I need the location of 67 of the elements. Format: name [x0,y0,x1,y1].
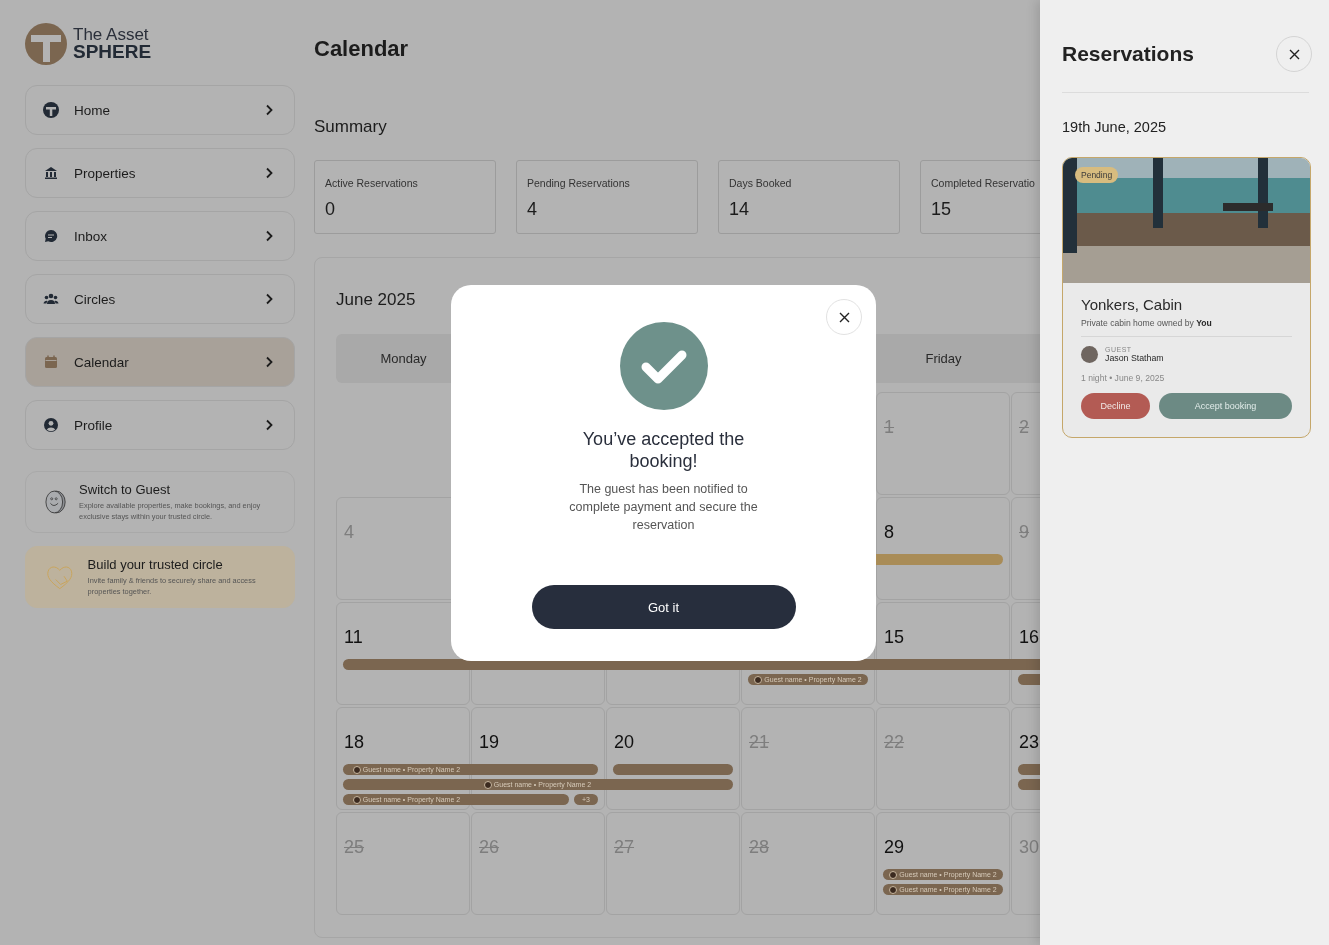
stat-label: Pending Reservations [527,177,630,189]
nav-item[interactable]: Home [25,85,295,135]
guest-avatar [1081,346,1098,363]
nav-item[interactable]: Profile [25,400,295,450]
nav-item[interactable]: Inbox [25,211,295,261]
chat-icon [43,228,59,244]
dialog-message: The guest has been notified to complete payment and secure the reservation [568,481,759,534]
brand-name: SPHERE [73,43,152,61]
panel-title: Reservations [1062,42,1194,66]
chevron-right-icon [264,104,274,116]
status-badge: Pending [1075,167,1119,183]
stay-details: 1 night • June 9, 2025 [1081,373,1165,383]
property-name: Yonkers, Cabin [1081,296,1183,313]
close-button[interactable] [1276,36,1312,72]
promo-title: Build your trusted circle [87,557,224,572]
nav-item[interactable]: Properties [25,148,295,198]
stat-label: Days Booked [729,177,792,189]
close-icon [1288,48,1300,60]
day-number: 20 [614,732,635,752]
building-icon [43,165,59,181]
nav-item[interactable]: Circles [25,274,295,324]
logo-icon [43,102,59,118]
accept-button[interactable]: Accept booking [1159,393,1292,419]
day-number: 16 [1019,627,1040,647]
guest-avatar [483,780,492,789]
day-number: 15 [884,627,905,647]
guest-name: Jason Statham [1105,353,1164,363]
brand-name: The Asset [73,27,150,43]
close-icon [838,311,850,323]
reservation-date: 19th June, 2025 [1062,119,1166,135]
stat-value: 15 [931,199,952,220]
stat-label: Active Reservations [325,177,418,189]
got-it-button[interactable]: Got it [531,585,796,629]
stat-value: 0 [325,199,335,220]
dialog-title: You’ve accepted the booking! [581,428,746,472]
day-number: 18 [344,732,365,752]
guest-avatar [754,675,763,684]
nav-item[interactable]: Calendar [25,337,295,387]
stat-value: 4 [527,199,537,220]
day-number: 23 [1019,732,1040,752]
chevron-right-icon [264,167,274,179]
people-icon [43,291,59,307]
section-title: Summary [314,117,387,137]
day-number: 11 [344,627,363,647]
guest-avatar [352,795,361,804]
promo-title: Switch to Guest [79,482,172,497]
chevron-right-icon [264,293,274,305]
stat-value: 14 [729,199,750,220]
success-check-icon [619,322,708,410]
chevron-right-icon [264,230,274,242]
day-number: 19 [479,732,500,752]
page-title: Calendar [314,36,409,62]
decline-button[interactable]: Decline [1081,393,1150,419]
day-number: 29 [884,837,905,857]
brand-logo-icon [25,23,67,65]
day-number: 8 [884,522,894,542]
close-button[interactable] [826,299,862,335]
month-title: June 2025 [336,290,416,310]
chevron-right-icon [264,356,274,368]
weekday-label: Friday [925,351,962,366]
chevron-right-icon [264,419,274,431]
weekday-label: Monday [380,351,427,366]
property-description: Private cabin home owned by You [1081,318,1212,328]
profile-icon [43,417,59,433]
calendar-icon [43,354,59,370]
stat-label: Completed Reservatio [931,177,1035,189]
guest-avatar [352,765,361,774]
